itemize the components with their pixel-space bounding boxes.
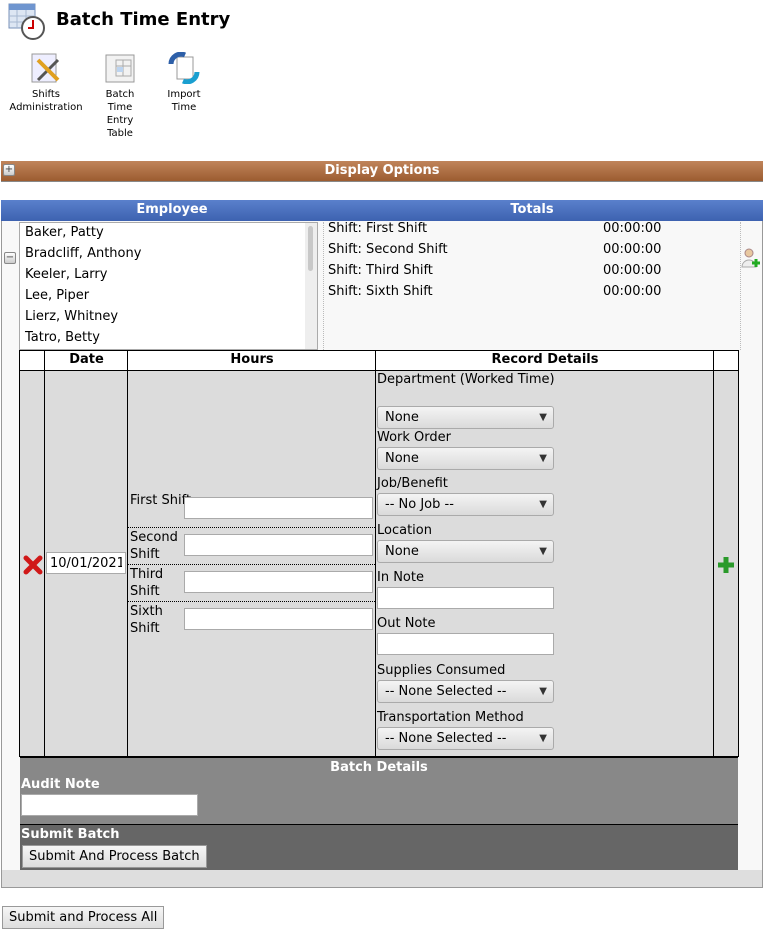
department-select[interactable]: None [377,406,554,429]
submit-batch-title: Submit Batch [21,827,120,842]
work-order-select[interactable]: None [377,447,554,470]
shift-label: Sixth Shift [130,604,163,636]
totals-list: Shift: First Shift 00:00:00 Shift: Second… [328,218,661,302]
batch-details-title: Batch Details [330,760,428,775]
shift-label: Third Shift [130,567,164,599]
divider [740,222,741,350]
expand-icon[interactable]: + [3,164,15,176]
submit-process-batch-button[interactable]: Submit And Process Batch [22,845,207,868]
total-label: Shift: Third Shift [328,263,433,278]
location-label: Location [377,523,432,538]
job-select[interactable]: -- No Job -- [377,493,554,516]
toolbar-label: Import Time [167,89,201,113]
page-title: Batch Time Entry [56,9,231,30]
collapse-icon[interactable]: − [4,252,16,264]
job-label: Job/Benefit [377,476,448,491]
total-label: Shift: Sixth Shift [328,284,433,299]
supplies-select[interactable]: -- None Selected -- [377,680,554,703]
list-scrollbar[interactable] [305,223,317,349]
entry-table: Date Hours Record Details First Shift Se… [19,350,739,870]
total-row: Shift: Sixth Shift 00:00:00 [328,281,661,302]
employee-option[interactable]: Keeler, Larry [20,265,317,286]
employee-option[interactable]: Lee, Piper [20,286,317,307]
table-icon [104,52,136,84]
total-value: 00:00:00 [603,221,662,236]
batch-time-icon [8,3,46,41]
totals-header: Totals [510,202,554,217]
panel-footer [2,870,762,887]
in-note-input[interactable] [377,587,554,609]
toolbar-import-time[interactable]: Import Time [144,51,224,114]
location-select[interactable]: None [377,540,554,563]
add-employee-icon[interactable] [740,247,762,273]
employee-option[interactable]: Bradcliff, Anthony [20,244,317,265]
delete-entry-icon[interactable] [23,555,43,579]
total-label: Shift: First Shift [328,221,428,236]
supplies-label: Supplies Consumed [377,663,506,678]
toolbar-label: Batch Time Entry Table [105,89,135,139]
department-label: Department (Worked Time) [377,372,555,387]
shift-label: First Shift [130,493,192,508]
divider [323,222,324,350]
out-note-input[interactable] [377,633,554,655]
batch-details-section: Batch Details Audit Note [20,757,738,825]
total-row: Shift: Third Shift 00:00:00 [328,260,661,281]
add-entry-icon[interactable] [716,555,736,579]
audit-note-input[interactable] [21,794,198,816]
import-icon [168,51,200,85]
in-note-label: In Note [377,570,424,585]
total-row: Shift: Second Shift 00:00:00 [328,239,661,260]
toolbar-shifts-administration[interactable]: Shifts Administration [6,52,86,114]
employee-listbox[interactable]: Baker, Patty Bradcliff, Anthony Keeler, … [19,222,318,350]
details-header: Record Details [491,352,599,367]
total-value: 00:00:00 [603,263,662,278]
employee-option[interactable]: Lierz, Whitney [20,307,317,328]
transport-select[interactable]: -- None Selected -- [377,727,554,750]
employee-option[interactable]: Baker, Patty [20,223,317,244]
second-shift-hours-input[interactable] [184,534,373,556]
submit-process-all-button[interactable]: Submit and Process All [2,906,165,929]
submit-batch-section: Submit Batch Submit And Process Batch [20,824,738,870]
transport-label: Transportation Method [377,710,524,725]
total-row: Shift: First Shift 00:00:00 [328,218,661,239]
out-note-label: Out Note [377,616,436,631]
employee-option[interactable]: Tatro, Betty [20,328,317,349]
audit-note-label: Audit Note [21,777,100,792]
employee-header: Employee [136,202,208,217]
toolbar-label: Shifts Administration [9,89,83,113]
work-order-label: Work Order [377,430,451,445]
sixth-shift-hours-input[interactable] [184,608,373,630]
display-options-bar[interactable]: Display Options [1,161,763,182]
date-header: Date [69,352,104,367]
total-label: Shift: Second Shift [328,242,448,257]
hours-header: Hours [230,352,274,367]
shifts-admin-icon [30,52,62,84]
display-options-label: Display Options [324,163,440,178]
shift-label: Second Shift [130,530,178,562]
first-shift-hours-input[interactable] [184,497,373,519]
third-shift-hours-input[interactable] [184,571,373,593]
total-value: 00:00:00 [603,242,662,257]
date-input[interactable] [46,552,126,574]
total-value: 00:00:00 [603,284,662,299]
